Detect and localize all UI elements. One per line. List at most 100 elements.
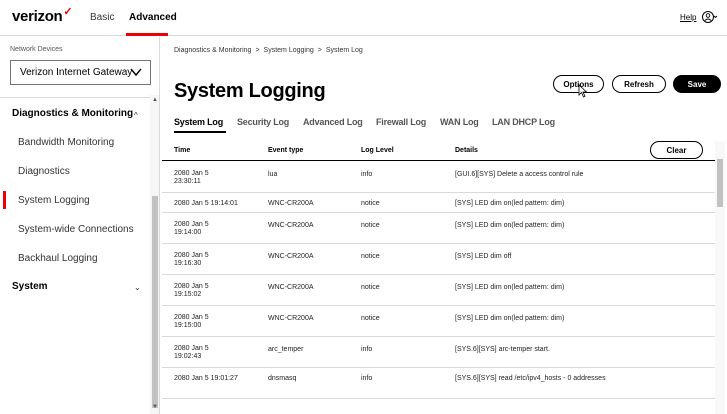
- user-account-icon[interactable]: [702, 10, 718, 24]
- chevron-down-icon[interactable]: ⌄: [134, 283, 141, 292]
- cell-event-type: WNC-CR200A: [268, 284, 314, 291]
- chevron-up-icon[interactable]: ^: [134, 111, 138, 120]
- cell-event-type: WNC-CR200A: [268, 315, 314, 322]
- breadcrumb-diagnostics[interactable]: Diagnostics & Monitoring: [174, 47, 251, 54]
- tab-security-log[interactable]: Security Log: [237, 117, 289, 127]
- cell-event-type: WNC-CR200A: [268, 253, 314, 260]
- cell-details: [SYS] LED dim on(led pattern: dim): [455, 284, 565, 291]
- cell-time: 2080 Jan 5 19:14:00: [174, 221, 209, 237]
- sidebar-item-system-logging[interactable]: System Logging: [18, 195, 90, 206]
- sidebar-section-system[interactable]: System: [12, 281, 48, 292]
- table-row: 2080 Jan 5 19:01:27 dnsmasq info [SYS.6][SY…: [162, 368, 715, 399]
- top-bar: verizon✓ Basic Advanced Help: [0, 0, 727, 36]
- time-line: 2080 Jan 5: [174, 345, 209, 352]
- cell-log-level: notice: [361, 253, 380, 260]
- cell-log-level: notice: [361, 222, 380, 229]
- time-line: 19:16:30: [174, 260, 202, 267]
- cell-details: [SYS.6][SYS] arc-temper start.: [455, 346, 550, 353]
- cell-details: [SYS] LED dim on(led pattern: dim): [455, 200, 565, 207]
- active-log-tab-indicator: [174, 131, 226, 133]
- cell-time: 2080 Jan 5 19:15:00: [174, 314, 209, 330]
- tab-lan-dhcp-log[interactable]: LAN DHCP Log: [492, 117, 555, 127]
- table-row: 2080 Jan 5 19:15:02 WNC-CR200A notice [SYS] …: [162, 275, 715, 306]
- time-line: 2080 Jan 5 19:01:27: [174, 375, 238, 382]
- cell-details: [SYS.6][SYS] read /etc/ipv4_hosts - 0 ad…: [455, 375, 606, 382]
- clear-button[interactable]: Clear: [650, 141, 703, 159]
- time-line: 23:30:11: [174, 178, 201, 185]
- refresh-button[interactable]: Refresh: [612, 75, 666, 93]
- help-link[interactable]: Help: [680, 13, 696, 22]
- network-devices-label: Network Devices: [10, 46, 63, 53]
- breadcrumb-separator: >: [255, 47, 260, 54]
- time-line: 2080 Jan 5: [174, 314, 209, 321]
- tab-firewall-log[interactable]: Firewall Log: [376, 117, 426, 127]
- time-line: 2080 Jan 5: [174, 252, 209, 259]
- selected-device: Verizon Internet Gateway: [20, 67, 133, 78]
- cell-log-level: info: [361, 346, 373, 353]
- time-line: 19:14:00: [174, 229, 202, 236]
- cell-details: [SYS] LED dim off: [455, 253, 512, 260]
- tab-advanced-log[interactable]: Advanced Log: [303, 117, 363, 127]
- sidebar-scroll-thumb[interactable]: [152, 196, 158, 408]
- table-row: 2080 Jan 5 19:14:01 WNC-CR200A notice [SYS]…: [162, 193, 715, 213]
- table-row: 2080 Jan 5 19:15:00 WNC-CR200A notice [SYS] …: [162, 306, 715, 337]
- tab-wan-log[interactable]: WAN Log: [440, 117, 479, 127]
- tab-advanced[interactable]: Advanced: [129, 12, 177, 23]
- cell-details: [SYS] LED dim on(led pattern: dim): [455, 315, 565, 322]
- verizon-logo[interactable]: verizon✓: [12, 6, 73, 25]
- time-line: 19:02:43: [174, 353, 202, 360]
- table-scroll-thumb[interactable]: [717, 159, 723, 207]
- table-header: Time Event type Log Level Details: [162, 141, 715, 161]
- tab-system-log[interactable]: System Log: [174, 117, 223, 127]
- sidebar-divider: [0, 97, 150, 98]
- time-line: 19:15:02: [174, 291, 202, 298]
- cell-log-level: notice: [361, 284, 380, 291]
- time-line: 2080 Jan 5 19:14:01: [174, 200, 238, 207]
- sidebar-item-diagnostics[interactable]: Diagnostics: [18, 166, 70, 177]
- cell-event-type: lua: [268, 171, 278, 178]
- cell-log-level: notice: [361, 200, 380, 207]
- sidebar-item-system-wide-connections[interactable]: System-wide Connections: [18, 224, 134, 235]
- sidebar-item-backhaul-logging[interactable]: Backhaul Logging: [18, 253, 98, 264]
- cell-event-type: WNC-CR200A: [268, 200, 314, 207]
- breadcrumb-system-log: System Log: [325, 47, 363, 54]
- table-row: 2080 Jan 5 23:30:11 lua info [GUI.6][SYS] De…: [162, 162, 715, 193]
- table-row: 2080 Jan 5 19:16:30 WNC-CR200A notice [SYS] …: [162, 244, 715, 275]
- cell-time: 2080 Jan 5 19:02:43: [174, 345, 209, 361]
- table-row: 2080 Jan 5 19:02:43 arc_temper info [SYS.6][…: [162, 337, 715, 368]
- table-row: 2080 Jan 5 19:14:00 WNC-CR200A notice [SYS] …: [162, 213, 715, 244]
- time-line: 2080 Jan 5: [174, 170, 209, 177]
- breadcrumb-separator: >: [317, 47, 322, 54]
- time-line: 2080 Jan 5: [174, 283, 209, 290]
- sidebar: Network Devices Verizon Internet Gateway…: [0, 37, 160, 414]
- chevron-down-icon: [130, 68, 142, 77]
- tab-basic[interactable]: Basic: [90, 12, 114, 23]
- sidebar-scrollbar[interactable]: ▲ ▼: [150, 95, 159, 414]
- scroll-up-arrow-icon[interactable]: ▲: [152, 97, 158, 103]
- cell-log-level: notice: [361, 315, 380, 322]
- network-device-select[interactable]: Verizon Internet Gateway: [10, 60, 151, 85]
- cell-event-type: WNC-CR200A: [268, 222, 314, 229]
- scroll-down-arrow-icon[interactable]: ▼: [152, 404, 158, 410]
- cell-time: 2080 Jan 5 23:30:11: [174, 170, 209, 186]
- cell-details: [SYS] LED dim on(led pattern: dim): [455, 222, 565, 229]
- cell-time: 2080 Jan 5 19:15:02: [174, 283, 209, 299]
- sidebar-item-bandwidth-monitoring[interactable]: Bandwidth Monitoring: [18, 137, 114, 148]
- time-line: 2080 Jan 5: [174, 221, 209, 228]
- cell-log-level: info: [361, 375, 373, 382]
- page-title: System Logging: [174, 80, 326, 102]
- sidebar-section-diagnostics[interactable]: Diagnostics & Monitoring: [12, 108, 133, 119]
- active-tab-indicator: [126, 33, 168, 36]
- column-details: Details: [455, 147, 478, 154]
- cell-time: 2080 Jan 5 19:14:01: [174, 200, 238, 208]
- save-button[interactable]: Save: [673, 75, 721, 93]
- cell-log-level: info: [361, 171, 373, 178]
- mouse-pointer-icon: [578, 84, 588, 98]
- column-event-type: Event type: [268, 147, 304, 154]
- breadcrumb-system-logging[interactable]: System Logging: [264, 47, 314, 54]
- column-log-level: Log Level: [361, 147, 394, 154]
- cell-event-type: arc_temper: [268, 346, 304, 353]
- column-time: Time: [174, 147, 191, 154]
- table-scrollbar[interactable]: [715, 141, 725, 414]
- active-item-indicator: [3, 191, 6, 209]
